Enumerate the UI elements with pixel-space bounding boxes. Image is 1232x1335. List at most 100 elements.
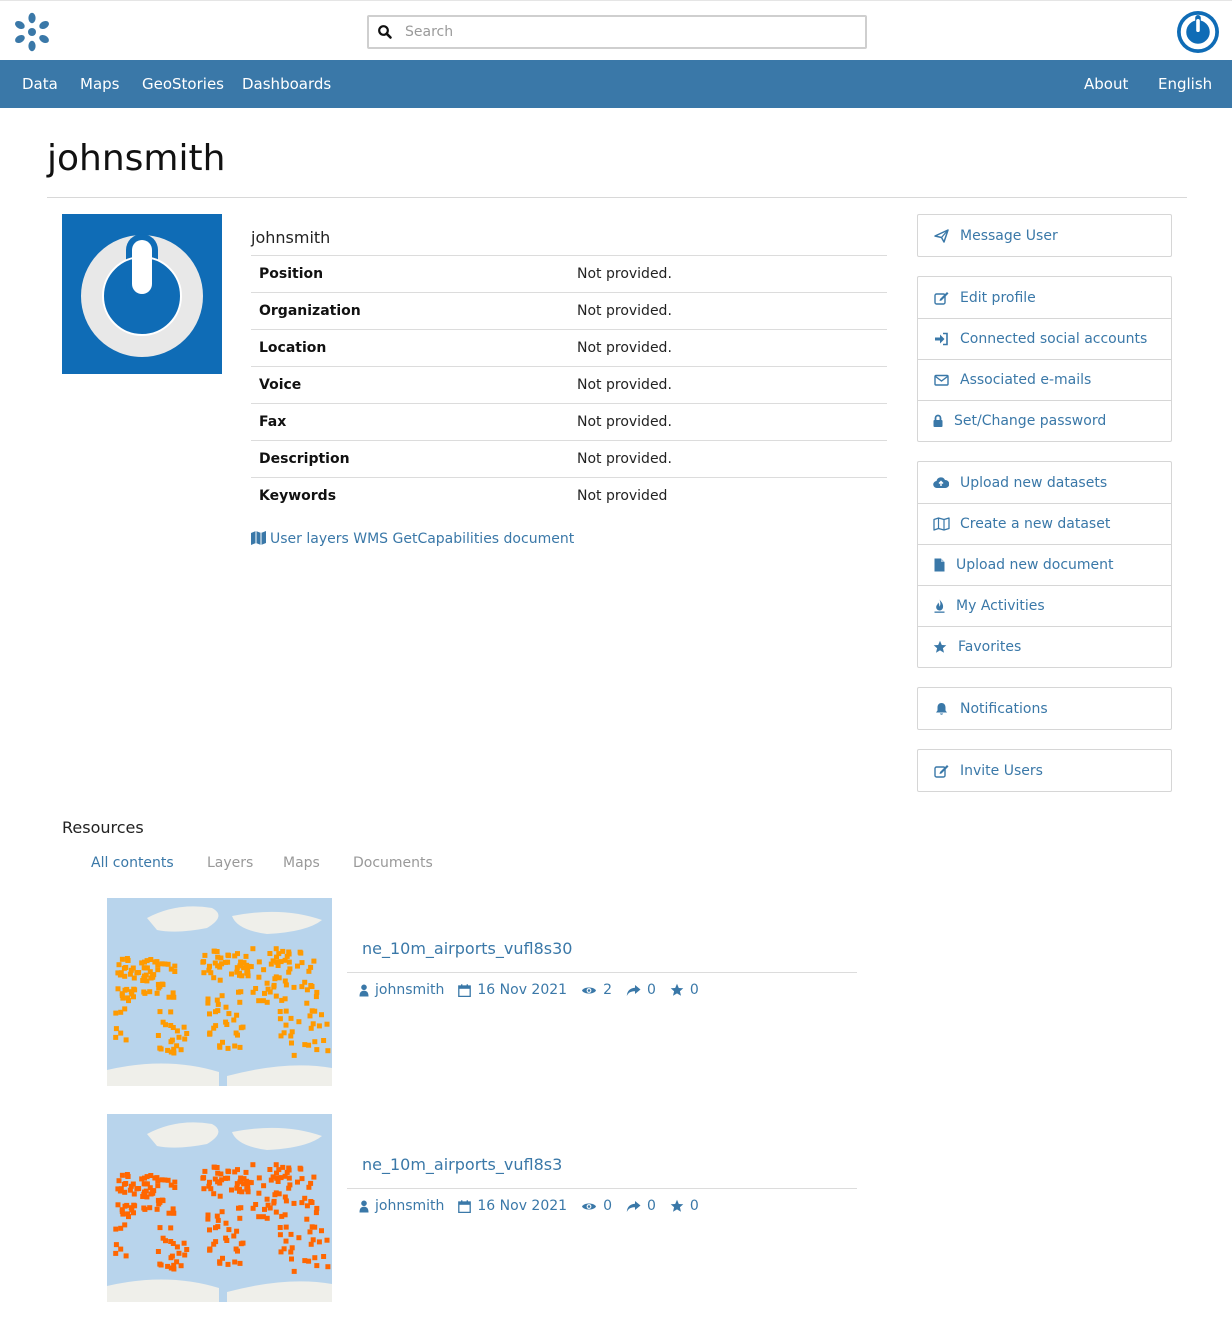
nav-language[interactable]: English <box>1158 75 1212 93</box>
airport-point <box>123 1253 129 1259</box>
associated-emails-button[interactable]: Associated e-mails <box>918 359 1171 400</box>
nav-dashboards[interactable]: Dashboards <box>242 75 331 93</box>
connected-social-accounts-button[interactable]: Connected social accounts <box>918 318 1171 359</box>
airport-point <box>241 1176 247 1182</box>
airport-point <box>134 1186 140 1192</box>
airport-point <box>120 995 126 1001</box>
airport-point <box>231 1233 237 1239</box>
airport-point <box>118 970 124 976</box>
tab-documents[interactable]: Documents <box>353 855 433 871</box>
message-user-button[interactable]: Message User <box>918 215 1171 256</box>
airport-point <box>126 998 131 1004</box>
airport-point <box>182 1252 188 1258</box>
airport-point <box>277 1232 283 1238</box>
resource-title-link[interactable]: ne_10m_airports_vufl8s3 <box>362 1155 562 1174</box>
tab-maps[interactable]: Maps <box>283 855 320 871</box>
geonode-logo-icon[interactable] <box>11 11 53 53</box>
my-activities-button[interactable]: My Activities <box>918 585 1171 626</box>
airport-point <box>184 1031 190 1036</box>
upload-new-document-button[interactable]: Upload new document <box>918 544 1171 585</box>
shares-count: 0 <box>646 982 656 998</box>
airport-point <box>314 1205 320 1211</box>
set-change-password-button[interactable]: Set/Change password <box>918 400 1171 441</box>
resource-thumbnail[interactable] <box>107 898 332 1086</box>
owner-name: johnsmith <box>375 1198 445 1214</box>
resource-meta: johnsmith 16 Nov 2021 2 0 0 <box>359 982 713 998</box>
airport-point <box>128 967 134 973</box>
create-new-dataset-button[interactable]: Create a new dataset <box>918 503 1171 544</box>
wms-link-label: User layers WMS GetCapabilities document <box>270 531 575 547</box>
user-icon <box>359 1200 369 1212</box>
airport-point <box>309 1200 315 1205</box>
airport-point <box>235 951 240 957</box>
airport-point <box>170 1206 176 1212</box>
notifications-button[interactable]: Notifications <box>918 688 1171 729</box>
airport-point <box>307 1229 313 1235</box>
field-value: Not provided. <box>577 340 672 356</box>
airport-point <box>113 1250 119 1256</box>
table-row: Description Not provided. <box>251 440 887 478</box>
nav-maps[interactable]: Maps <box>80 75 119 93</box>
tab-all-contents[interactable]: All contents <box>91 855 174 871</box>
airport-point <box>299 984 305 990</box>
field-value: Not provided. <box>577 303 672 319</box>
airport-point <box>268 1177 274 1183</box>
sign-in-icon <box>932 332 950 346</box>
airport-point <box>223 1004 229 1010</box>
resource-title-link[interactable]: ne_10m_airports_vufl8s30 <box>362 939 572 958</box>
airport-point <box>215 1224 221 1230</box>
resource-thumbnail[interactable] <box>107 1114 332 1302</box>
favorites-button[interactable]: Favorites <box>918 626 1171 667</box>
set-change-password-label: Set/Change password <box>954 413 1107 429</box>
invite-users-button[interactable]: Invite Users <box>918 750 1171 791</box>
airport-point <box>201 970 207 976</box>
airport-point <box>171 1050 177 1056</box>
airport-point <box>288 1015 294 1021</box>
airport-point <box>260 1214 266 1220</box>
airport-point <box>260 998 266 1004</box>
airport-point <box>277 1009 283 1014</box>
airport-point <box>205 1212 211 1218</box>
nav-geostories[interactable]: GeoStories <box>142 75 224 93</box>
search-input[interactable] <box>405 21 855 43</box>
airport-point <box>304 1203 310 1209</box>
airport-point <box>166 1210 172 1216</box>
airport-point <box>113 1242 119 1248</box>
field-label: Fax <box>259 414 287 430</box>
airport-point <box>122 1203 128 1209</box>
airport-point <box>152 1175 158 1181</box>
airport-point <box>310 1237 316 1243</box>
lock-icon <box>932 414 944 428</box>
tab-layers[interactable]: Layers <box>207 855 253 871</box>
airport-point <box>223 959 228 965</box>
airport-point <box>118 1225 124 1231</box>
airport-point <box>118 1009 124 1015</box>
my-activities-label: My Activities <box>956 598 1045 614</box>
airport-point <box>296 1235 302 1241</box>
user-icon <box>359 984 369 996</box>
airport-point <box>181 1240 187 1246</box>
airport-point <box>256 1175 262 1181</box>
airport-point <box>304 987 310 993</box>
airport-point <box>226 953 232 959</box>
upload-new-datasets-button[interactable]: Upload new datasets <box>918 462 1171 503</box>
airport-point <box>126 1214 131 1220</box>
airport-point <box>174 1043 180 1049</box>
airport-point <box>211 1191 217 1197</box>
airport-point <box>118 1246 124 1252</box>
nav-about[interactable]: About <box>1084 75 1128 93</box>
airport-point <box>215 1170 221 1176</box>
airport-point <box>312 1224 318 1230</box>
airport-point <box>273 993 279 999</box>
airport-point <box>174 1259 180 1265</box>
nav-data[interactable]: Data <box>22 75 58 93</box>
resource-owner[interactable]: johnsmith <box>359 1198 444 1214</box>
resource-owner[interactable]: johnsmith <box>359 982 444 998</box>
field-value: Not provided. <box>577 451 672 467</box>
airport-point <box>154 990 160 996</box>
user-menu-power-icon[interactable] <box>1177 11 1219 53</box>
airport-point <box>128 989 134 995</box>
wms-getcapabilities-link[interactable]: User layers WMS GetCapabilities document <box>251 531 574 547</box>
airport-point <box>217 1193 223 1199</box>
edit-profile-button[interactable]: Edit profile <box>918 277 1171 318</box>
